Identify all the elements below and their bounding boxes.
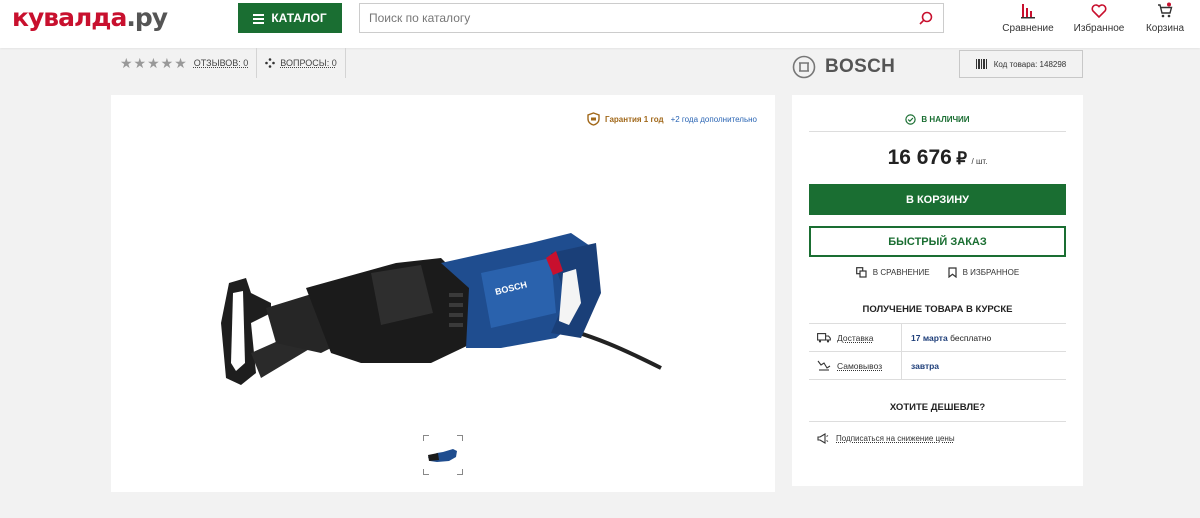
product-actions: В СРАВНЕНИЕ В ИЗБРАННОЕ — [792, 267, 1083, 278]
buy-panel: В НАЛИЧИИ 16 676 ₽ / шт. В КОРЗИНУ БЫСТР… — [792, 95, 1083, 486]
search-box — [359, 3, 944, 33]
add-to-cart-button[interactable]: В КОРЗИНУ — [809, 184, 1066, 215]
divider — [809, 421, 1066, 422]
rating-bar: ★★★★★ ОТЗЫВОВ: 0 ВОПРОСЫ: 0 — [111, 48, 354, 78]
price-value: 16 676 — [887, 146, 952, 169]
gallery-thumbnail[interactable] — [423, 435, 463, 475]
logo-main: кувалда — [12, 3, 127, 32]
favorites-header-link[interactable]: Избранное — [1069, 2, 1129, 34]
add-to-favorites-link[interactable]: В ИЗБРАННОЕ — [947, 267, 1020, 278]
add-to-compare-link[interactable]: В СРАВНЕНИЕ — [855, 267, 930, 278]
question-icon — [265, 58, 276, 68]
guarantee-main: Гарантия 1 год — [605, 114, 664, 124]
pickup-option[interactable]: Самовывоз — [809, 351, 902, 380]
price-drop-subscribe-link[interactable]: Подписаться на снижение цены — [817, 433, 955, 444]
receive-table: Доставка 17 марта бесплатно Самовывоз за… — [809, 323, 1066, 380]
heart-icon — [1091, 4, 1107, 19]
menu-icon — [253, 13, 265, 24]
search-input[interactable] — [360, 4, 900, 32]
truck-icon — [817, 332, 831, 342]
price-currency: ₽ — [956, 149, 968, 168]
favorites-header-label: Избранное — [1073, 23, 1125, 34]
product-code-box: Код товара: 148298 — [959, 50, 1083, 78]
pickup-icon — [817, 360, 831, 371]
delivery-value: 17 марта бесплатно — [902, 333, 991, 343]
delivery-note: бесплатно — [950, 332, 992, 343]
guarantee-badge[interactable]: Гарантия 1 год +2 года дополнительно — [587, 112, 757, 126]
add-to-favorites-label: В ИЗБРАННОЕ — [962, 268, 1020, 277]
product-image[interactable]: BOSCH — [211, 213, 671, 403]
catalog-label: КАТАЛОГ — [271, 11, 327, 25]
price-drop-subscribe-label: Подписаться на снижение цены — [836, 434, 955, 443]
compare-icon — [1021, 4, 1035, 19]
check-circle-icon — [905, 114, 917, 125]
divider — [344, 48, 346, 78]
cheaper-title: ХОТИТЕ ДЕШЕВЛЕ? — [889, 402, 986, 413]
cart-header-label: Корзина — [1145, 23, 1185, 34]
delivery-option[interactable]: Доставка — [809, 323, 902, 352]
logo-suffix: .ру — [126, 3, 168, 32]
add-to-compare-label: В СРАВНЕНИЕ — [872, 268, 930, 277]
compare-header-label: Сравнение — [1002, 23, 1054, 34]
compare-header-link[interactable]: Сравнение — [998, 2, 1058, 34]
search-icon[interactable] — [919, 11, 933, 25]
divider — [256, 48, 258, 78]
barcode-icon — [975, 59, 987, 69]
stock-label: В НАЛИЧИИ — [921, 115, 970, 124]
brand-block[interactable]: BOSCH — [792, 55, 895, 79]
quick-order-button[interactable]: БЫСТРЫЙ ЗАКАЗ — [809, 226, 1066, 257]
rating-stars[interactable]: ★★★★★ — [120, 55, 188, 72]
guarantee-extra[interactable]: +2 года дополнительно — [671, 115, 757, 124]
shield-icon — [587, 112, 600, 126]
stock-status: В НАЛИЧИИ — [809, 108, 1066, 132]
brand-name: BOSCH — [825, 56, 896, 77]
delivery-label: Доставка — [837, 332, 874, 343]
cart-header-link[interactable]: Корзина — [1135, 2, 1195, 34]
delivery-date: 17 марта — [911, 332, 948, 343]
pickup-label: Самовывоз — [837, 360, 883, 371]
delivery-row: Доставка 17 марта бесплатно — [809, 323, 1066, 352]
reviews-link[interactable]: ОТЗЫВОВ: 0 — [194, 58, 249, 68]
receive-title: ПОЛУЧЕНИЕ ТОВАРА В КУРСКЕ — [862, 304, 1013, 315]
bookmark-icon — [947, 267, 957, 278]
cart-icon — [1158, 2, 1173, 18]
pickup-row: Самовывоз завтра — [809, 351, 1066, 380]
price-block: 16 676 ₽ / шт. — [792, 146, 1083, 170]
site-logo[interactable]: кувалда.ру — [12, 3, 168, 32]
catalog-button[interactable]: КАТАЛОГ — [238, 3, 342, 33]
questions-link[interactable]: ВОПРОСЫ: 0 — [280, 58, 336, 68]
pickup-value: завтра — [902, 361, 939, 371]
compare-squares-icon — [855, 267, 867, 278]
megaphone-icon — [817, 433, 829, 444]
price-unit: / шт. — [971, 157, 988, 166]
pickup-date: завтра — [911, 360, 940, 371]
bosch-logo-icon — [792, 55, 816, 79]
site-header: кувалда.ру КАТАЛОГ Сравнение Избранное К… — [0, 0, 1200, 48]
product-gallery: Гарантия 1 год +2 года дополнительно BOS… — [111, 95, 775, 492]
product-code: Код товара: 148298 — [993, 59, 1067, 69]
